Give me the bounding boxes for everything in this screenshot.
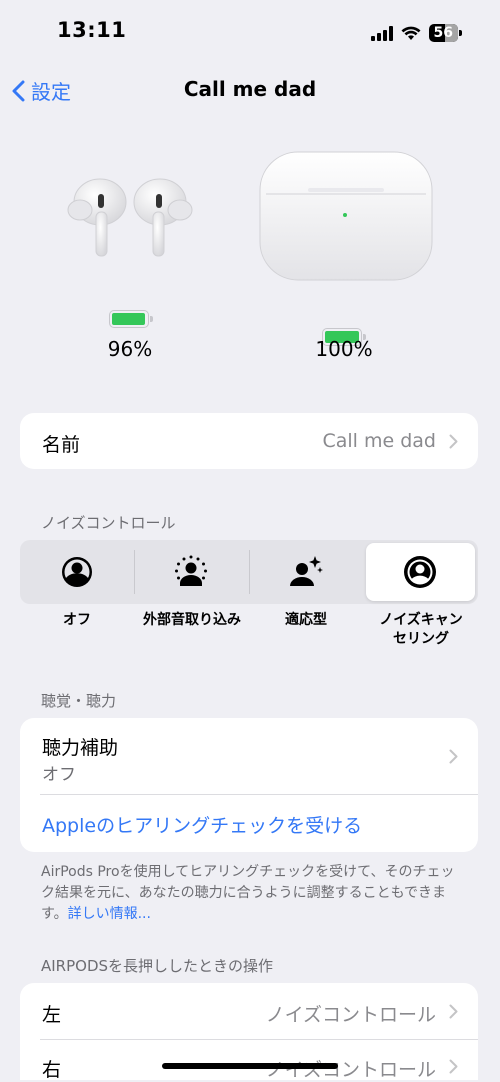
airpods-case-image (259, 151, 433, 281)
press-hold-right-row[interactable]: 右 ノイズコントロール (20, 1040, 478, 1081)
case-battery-percent: 100% (315, 337, 373, 361)
hearing-assist-row[interactable]: 聴力補助 オフ (20, 718, 478, 794)
page-title: Call me dad (183, 77, 317, 101)
status-icons: 56 (370, 24, 462, 42)
hearing-assist-value: オフ (42, 765, 76, 785)
left-value: ノイズコントロール (265, 1004, 436, 1026)
press-hold-header: AIRPODSを長押ししたときの操作 (41, 957, 274, 975)
learn-more-link[interactable]: 詳しい情報... (68, 906, 151, 922)
battery-level: 56 (433, 25, 453, 41)
noise-option-adaptive-label: 適応型 (285, 612, 327, 628)
noise-option-transparency-label: 外部音取り込み (143, 612, 241, 628)
name-row[interactable]: 名前 Call me dad (20, 413, 478, 469)
earbuds-battery-percent: 96% (107, 337, 153, 361)
cellular-signal-icon (370, 25, 393, 41)
noise-option-cancelling-line1: ノイズキャン (379, 612, 463, 628)
name-label: 名前 (42, 434, 81, 456)
adaptive-icon[interactable] (288, 554, 324, 590)
press-hold-left-row[interactable]: 左 ノイズコントロール (20, 983, 478, 1039)
hearing-assist-label: 聴力補助 (42, 737, 119, 759)
noise-control-selector[interactable] (20, 540, 478, 604)
hearing-header: 聴覚・聴力 (41, 692, 117, 710)
status-time: 13:11 (57, 18, 127, 42)
home-indicator[interactable] (162, 1063, 338, 1069)
wifi-icon (401, 26, 421, 40)
hearing-check-link[interactable]: Appleのヒアリングチェックを受ける (42, 811, 362, 838)
airpods-earbuds-image (67, 178, 193, 257)
chevron-right-icon (449, 1059, 458, 1074)
noise-option-cancelling-line2: セリング (393, 631, 449, 647)
earbuds-battery-icon (109, 310, 153, 328)
hearing-footer: AirPods Proを使用してヒアリングチェックを受けて、そのチェック結果を元… (41, 862, 461, 925)
right-label: 右 (42, 1059, 62, 1081)
chevron-right-icon (449, 1004, 458, 1019)
left-label: 左 (42, 1004, 62, 1026)
noise-option-off-label: オフ (63, 612, 91, 628)
battery-icon: 56 (428, 24, 462, 42)
transparency-icon[interactable] (173, 554, 209, 590)
noise-control-header: ノイズコントロール (41, 514, 176, 532)
name-value: Call me dad (322, 430, 436, 452)
chevron-right-icon (449, 749, 458, 764)
noise-option-cancelling-label: ノイズキャン セリング (361, 611, 481, 649)
divider (40, 794, 478, 795)
chevron-right-icon (449, 434, 458, 449)
hearing-card: 聴力補助 オフ Appleのヒアリングチェックを受ける (20, 718, 478, 852)
noise-cancelling-icon[interactable] (402, 554, 438, 590)
person-off-icon[interactable] (59, 554, 95, 590)
